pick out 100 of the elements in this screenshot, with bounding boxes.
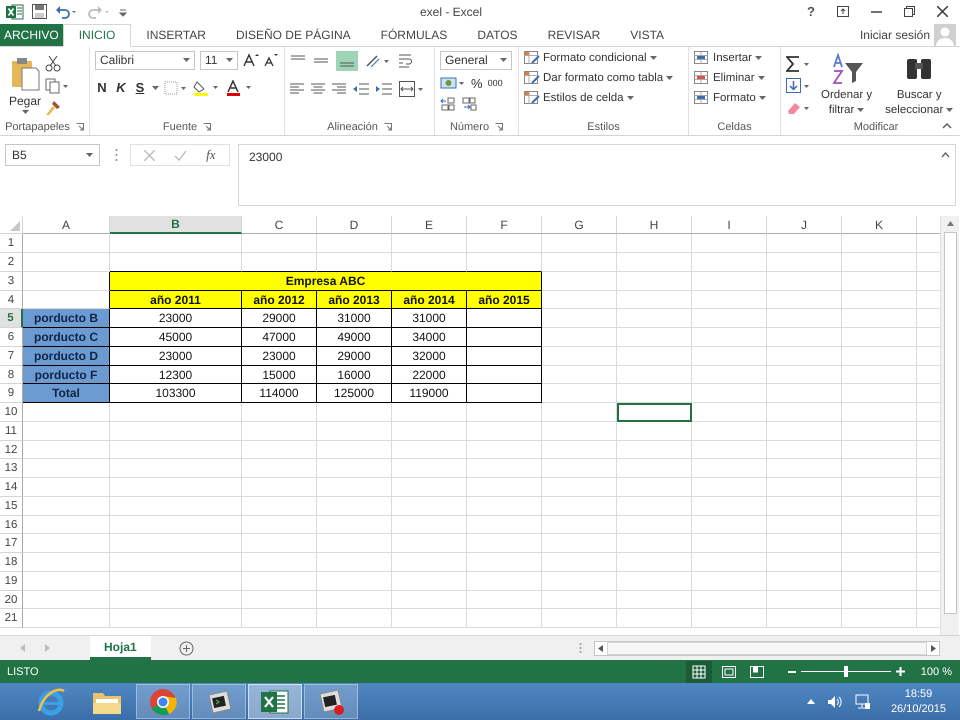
scroll-thumb[interactable] [607,642,927,655]
dialog-launcher-icon[interactable] [76,123,84,132]
zoom-out-icon[interactable] [788,670,796,673]
table-cell[interactable] [467,346,542,366]
row-header[interactable]: 13 [0,459,23,478]
column-header[interactable]: H [617,216,692,234]
dialog-launcher-icon[interactable] [495,123,504,132]
cells-command[interactable]: Eliminar [694,70,775,85]
insert-function-button[interactable]: fx [206,147,216,164]
row-header[interactable]: 11 [0,422,23,441]
ribbon-tab[interactable]: FÓRMULAS [366,24,462,46]
borders-icon[interactable] [164,80,188,95]
font-color-icon[interactable] [226,80,254,96]
eraser-icon[interactable] [786,100,812,116]
clock-time[interactable]: 18:59 [904,686,932,702]
save-icon[interactable] [32,4,47,20]
align-right-icon[interactable] [332,82,346,95]
clock-date[interactable]: 26/10/2015 [890,702,946,716]
row-header[interactable]: 21 [0,609,23,628]
column-header[interactable]: C [242,216,317,234]
customize-icon[interactable] [119,6,127,17]
ribbon-display-icon[interactable] [837,6,849,18]
grow-font-icon[interactable] [243,53,259,68]
align-center-icon[interactable] [311,82,325,95]
italic-button[interactable]: K [114,80,128,96]
bold-button[interactable]: N [95,80,109,96]
fill-color-icon[interactable] [193,80,221,96]
increase-decimal-icon[interactable] [440,96,456,111]
number-format-field[interactable]: General [440,50,512,70]
caret-icon[interactable] [626,96,634,100]
add-sheet-icon[interactable] [178,640,194,656]
scroll-thumb[interactable] [944,232,956,614]
orientation-icon[interactable] [365,54,391,68]
row-header[interactable]: 1 [0,234,23,254]
formula-field[interactable]: 23000 [238,144,956,206]
restore-icon[interactable] [904,6,915,18]
shrink-font-icon[interactable] [264,53,278,68]
ribbon-tab[interactable]: DATOS [462,24,533,46]
cut-icon[interactable] [45,56,62,72]
cells-command[interactable]: Insertar [694,50,775,65]
underline-button[interactable]: S [133,80,147,96]
collapse-formula-bar-icon[interactable] [941,152,950,158]
wrap-text-icon[interactable] [398,52,414,69]
caret-icon[interactable] [758,96,766,100]
percent-button[interactable]: % [471,76,483,91]
caret-icon[interactable] [500,58,507,62]
table-cell[interactable] [467,309,542,328]
caret-icon[interactable] [86,153,93,158]
vertical-scrollbar[interactable] [940,216,959,636]
file-tab[interactable]: ARCHIVO [0,24,63,46]
decrease-indent-icon[interactable] [353,82,369,95]
zoom-level[interactable]: 100 % [920,666,952,678]
page-break-icon[interactable] [750,666,764,678]
styles-command[interactable]: Formato condicional [524,50,683,65]
network-icon[interactable] [854,694,871,710]
select-all-button[interactable] [0,216,23,234]
zoom-in-icon[interactable] [896,667,905,676]
caret-icon[interactable] [650,56,657,60]
undo-icon[interactable] [55,4,79,19]
caret-icon[interactable] [152,86,159,90]
speaker-icon[interactable] [826,694,843,708]
find-select-button[interactable]: Buscar y seleccionar [881,53,958,118]
normal-view-icon[interactable] [686,660,712,683]
cells-command[interactable]: Formato [694,90,775,105]
taskbar-button[interactable] [248,684,302,719]
row-header[interactable]: 3 [0,272,23,291]
dialog-launcher-icon[interactable] [203,123,212,132]
column-header[interactable]: K [842,216,917,234]
ribbon-tab[interactable]: REVISAR [532,24,616,46]
sort-filter-button[interactable]: Ordenar y filtrar [817,53,876,118]
row-header[interactable]: 19 [0,572,23,591]
row-header[interactable]: 2 [0,253,23,272]
name-box[interactable]: B5 [5,144,100,166]
caret-icon[interactable] [183,58,190,62]
font-size-field[interactable]: 11 [200,50,238,70]
help-button[interactable]: ? [807,4,815,20]
caret-icon[interactable] [22,110,29,114]
sign-in-link[interactable]: Iniciar sesión [860,28,930,42]
row-header[interactable]: 17 [0,534,23,554]
styles-command[interactable]: Estilos de celda [524,90,683,105]
increase-indent-icon[interactable] [376,82,392,95]
row-header[interactable]: 20 [0,590,23,610]
horizontal-scrollbar[interactable] [594,640,940,656]
taskbar-button[interactable] [192,684,246,719]
cancel-icon[interactable] [144,150,156,161]
column-header[interactable]: J [767,216,842,234]
page-layout-icon[interactable] [722,666,736,678]
scroll-left-icon[interactable] [598,644,603,652]
decrease-decimal-icon[interactable] [461,96,477,111]
caret-icon[interactable] [226,58,233,62]
table-cell[interactable] [467,366,542,384]
next-sheet-icon[interactable] [45,644,50,652]
fill-down-icon[interactable] [786,78,812,94]
styles-command[interactable]: Dar formato como tabla [524,70,683,85]
column-header[interactable]: G [542,216,617,234]
caret-icon[interactable] [857,108,864,112]
scroll-up-icon[interactable] [946,221,954,226]
row-header[interactable]: 10 [0,403,23,422]
column-header[interactable]: B [110,216,242,234]
sheet-tab[interactable]: Hoja1 [90,636,151,660]
